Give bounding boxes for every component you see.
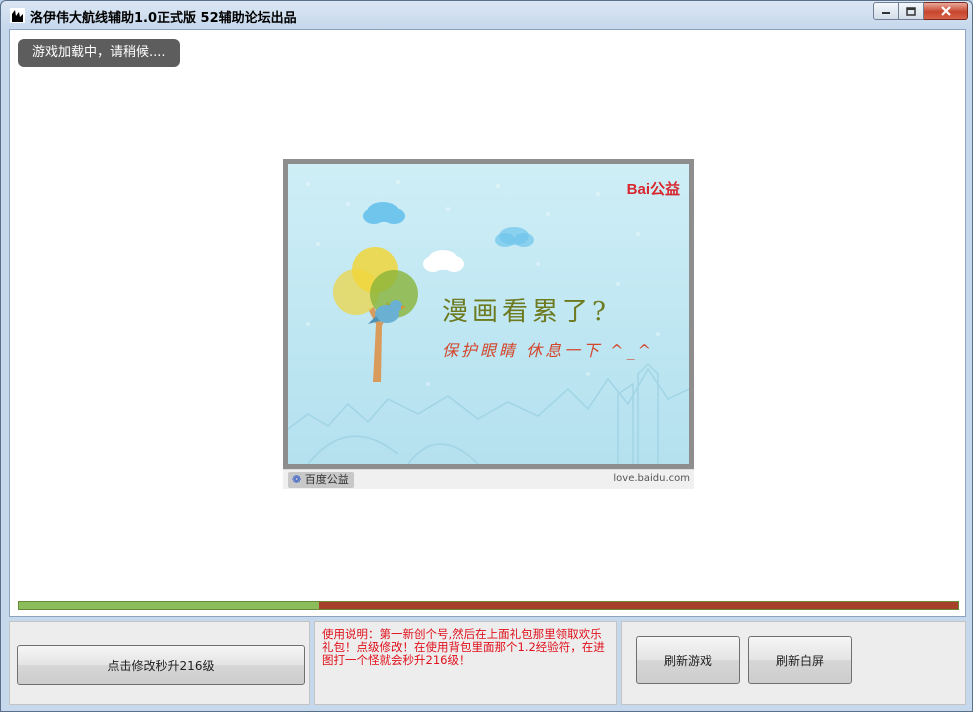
minimize-button[interactable] <box>873 2 899 20</box>
loading-progress-fill <box>19 602 320 609</box>
loading-badge: 游戏加载中，请稍候.... <box>18 39 180 67</box>
upgrade-216-button[interactable]: 点击修改秒升216级 <box>17 645 305 685</box>
refresh-white-screen-button[interactable]: 刷新白屏 <box>748 636 852 684</box>
ad-footer-tag-label: 百度公益 <box>304 473 349 486</box>
ad-image: Bai公益 漫画看累了? 保护眼睛 休息一下 ^_^ <box>283 159 694 469</box>
ad-footer-url[interactable]: love.baidu.com <box>613 473 690 484</box>
ad-subline: 保护眼睛 休息一下 ^_^ <box>442 341 654 360</box>
upgrade-panel: 点击修改秒升216级 <box>9 621 310 705</box>
baidu-logo: Bai公益 <box>626 181 680 198</box>
title-bar[interactable]: 洛伊伟大航线辅助1.0正式版 52辅助论坛出品 <box>1 1 972 29</box>
maximize-icon <box>906 6 916 16</box>
app-icon <box>10 8 25 23</box>
window-title: 洛伊伟大航线辅助1.0正式版 52辅助论坛出品 <box>30 11 297 26</box>
maximize-button[interactable] <box>899 2 924 20</box>
close-icon <box>940 6 951 16</box>
instructions-text: 使用说明：第一新创个号,然后在上面礼包那里领取欢乐礼包！点级修改！在使用背包里面… <box>322 627 605 667</box>
paw-icon: ❁ <box>292 473 302 486</box>
baidu-ad[interactable]: Bai公益 漫画看累了? 保护眼睛 休息一下 ^_^ ❁ 百度公益 love.b… <box>283 159 694 490</box>
close-button[interactable] <box>924 2 968 20</box>
instructions-panel: 使用说明：第一新创个号,然后在上面礼包那里领取欢乐礼包！点级修改！在使用背包里面… <box>314 621 617 705</box>
minimize-icon <box>882 12 890 14</box>
loading-progress-bar <box>18 601 959 610</box>
caption-buttons <box>873 2 968 20</box>
ad-footer-tag: ❁ 百度公益 <box>288 472 354 488</box>
refresh-panel: 刷新游戏 刷新白屏 <box>621 621 966 705</box>
ad-headline: 漫画看累了? <box>442 297 610 327</box>
app-window: 洛伊伟大航线辅助1.0正式版 52辅助论坛出品 游戏加载中，请稍候.... Ba… <box>0 0 973 712</box>
refresh-game-button[interactable]: 刷新游戏 <box>636 636 740 684</box>
game-view[interactable]: 游戏加载中，请稍候.... Bai公益 漫画看累了? 保护眼睛 休息一下 ^_^… <box>9 29 966 617</box>
ad-footer: ❁ 百度公益 love.baidu.com <box>283 469 694 489</box>
